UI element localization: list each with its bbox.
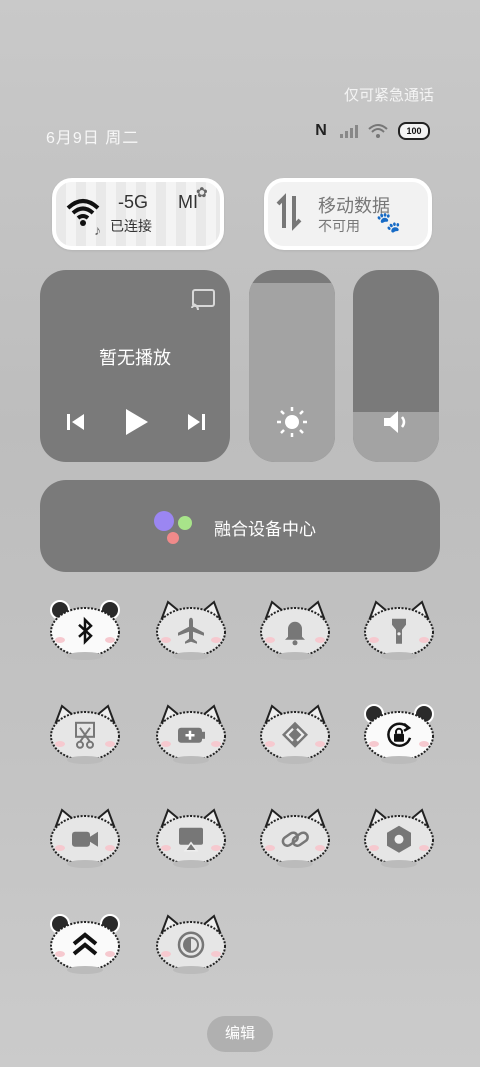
toggle-screen-cast[interactable]: [154, 806, 228, 868]
toggle-battery-saver[interactable]: [154, 702, 228, 764]
mobile-data-icon: [274, 192, 304, 232]
airplane-icon: [176, 616, 206, 646]
share-arrows-icon: [280, 720, 310, 750]
date-text: 6月9日 周二: [46, 130, 140, 147]
toggle-nearby-share[interactable]: [258, 702, 332, 764]
music-note-sticker-icon: ♪: [94, 222, 101, 238]
toggle-dark-mode[interactable]: [154, 912, 228, 974]
edit-button[interactable]: 编辑: [207, 1016, 273, 1052]
brightness-slider[interactable]: [249, 270, 335, 462]
signal-icon: [340, 124, 358, 138]
emergency-call-text: 仅可紧急通话: [343, 87, 434, 104]
next-icon[interactable]: [184, 410, 208, 434]
play-icon[interactable]: [122, 407, 150, 437]
volume-slider[interactable]: [353, 270, 439, 462]
toggle-settings[interactable]: [362, 806, 436, 868]
media-player-card[interactable]: 暂无播放: [40, 270, 230, 462]
wifi-network-name: -5G MI: [118, 192, 199, 212]
puppy-sticker-icon: 🐾: [376, 212, 401, 234]
double-chevron-up-icon: [70, 930, 100, 960]
sun-icon: [276, 406, 308, 438]
mobile-data-status: 不可用: [318, 218, 360, 234]
fusion-label: 融合设备中心: [214, 520, 316, 539]
battery-icon: 100: [398, 122, 430, 140]
battery-plus-icon: [176, 720, 206, 750]
toggle-screen-record[interactable]: [48, 806, 122, 868]
mobile-data-tile[interactable]: 移动数据 不可用 🐾: [264, 178, 432, 250]
status-icons: N 100: [312, 122, 430, 140]
hexagon-settings-icon: [384, 824, 414, 854]
previous-icon[interactable]: [64, 410, 88, 434]
video-camera-icon: [70, 824, 100, 854]
contrast-icon: [176, 930, 206, 960]
nfc-icon: N: [315, 122, 327, 139]
cast-icon[interactable]: [190, 288, 216, 311]
toggle-rotation-lock[interactable]: [362, 702, 436, 764]
scissors-icon: [70, 720, 100, 750]
rotation-lock-icon: [384, 720, 414, 750]
toggle-airplane[interactable]: [154, 598, 228, 660]
bow-sticker-icon: ✿: [196, 184, 208, 200]
toggle-bluetooth[interactable]: [48, 598, 122, 660]
toggle-performance[interactable]: [48, 912, 122, 974]
link-icon: [280, 824, 310, 854]
fusion-device-center[interactable]: 融合设备中心: [40, 480, 440, 572]
bell-icon: [280, 616, 310, 646]
wifi-tile[interactable]: -5G MI 已连接 ♪ ✿: [52, 178, 224, 250]
speaker-icon: [380, 406, 412, 438]
toggle-bell[interactable]: [258, 598, 332, 660]
wifi-status: 已连接: [110, 218, 152, 234]
toggle-screenshot[interactable]: [48, 702, 122, 764]
bluetooth-icon: [70, 616, 100, 646]
fusion-dots-icon: [152, 510, 196, 546]
cast-screen-icon: [176, 824, 206, 854]
flashlight-icon: [384, 616, 414, 646]
wifi-status-icon: [368, 123, 388, 139]
media-title: 暂无播放: [99, 348, 171, 368]
toggle-flashlight[interactable]: [362, 598, 436, 660]
toggle-link[interactable]: [258, 806, 332, 868]
